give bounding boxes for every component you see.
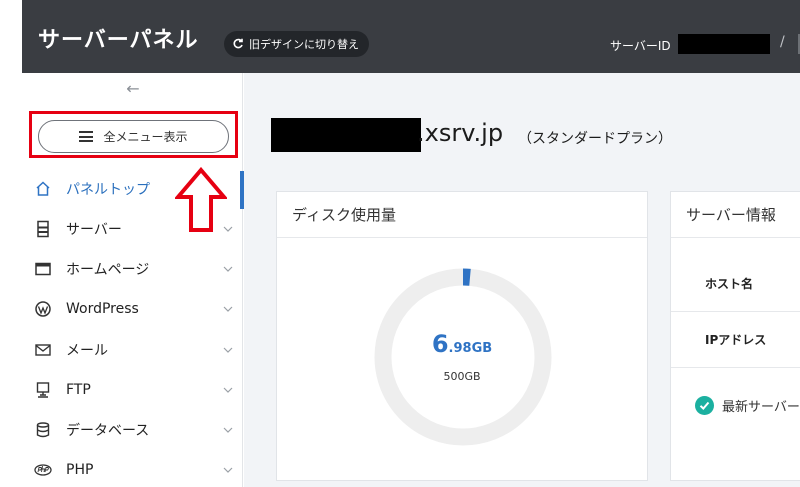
sidebar-item-label: FTP <box>66 382 91 398</box>
home-icon <box>33 179 53 199</box>
chevron-down-icon <box>223 467 233 473</box>
all-menu-button[interactable]: 全メニュー表示 <box>38 120 229 153</box>
server-info-card: サーバー情報 ホスト名 IPアドレス 最新サーバー <box>670 191 800 481</box>
host-name-label: ホスト名 <box>705 277 754 291</box>
panel-title: サーバーパネル <box>38 28 199 53</box>
sidebar-item-label: メール <box>66 343 108 359</box>
wordpress-icon <box>33 299 53 319</box>
check-circle-icon <box>695 396 714 415</box>
sidebar-item-label: データベース <box>66 423 150 439</box>
sidebar-item-label: PHP <box>66 462 94 478</box>
all-menu-label: 全メニュー表示 <box>103 130 188 144</box>
switch-design-button[interactable]: 旧デザインに切り替え <box>224 31 369 57</box>
latest-server-label: 最新サーバー <box>722 400 800 415</box>
chevron-down-icon <box>223 306 233 312</box>
top-header: サーバーパネル 旧デザインに切り替え サーバーID / <box>22 0 800 73</box>
host-name-row: ホスト名 <box>671 256 800 312</box>
chevron-down-icon <box>223 266 233 272</box>
window-icon <box>33 259 53 279</box>
sidebar-item-mail[interactable]: メール <box>22 330 242 370</box>
php-icon <box>33 460 53 480</box>
chevron-down-icon <box>223 347 233 353</box>
disk-used-whole: 6 <box>431 330 449 358</box>
server-icon <box>33 219 53 239</box>
sidebar-item-php[interactable]: PHP <box>22 450 242 487</box>
chevron-down-icon <box>223 427 233 433</box>
sidebar-item-label: パネルトップ <box>66 182 150 198</box>
disk-usage-title: ディスク使用量 <box>277 192 647 238</box>
hamburger-icon <box>79 131 94 142</box>
disk-used-value: 6.98GB <box>277 330 647 358</box>
sidebar-item-homepage[interactable]: ホームページ <box>22 249 242 289</box>
database-icon <box>33 420 53 440</box>
main-content: .xsrv.jp （スタンダードプラン） ディスク使用量 6.98GB 500G… <box>244 73 800 487</box>
sidebar-item-label: WordPress <box>66 301 139 317</box>
disk-usage-card: ディスク使用量 6.98GB 500GB <box>276 191 648 481</box>
server-panel-window: サーバーパネル 旧デザインに切り替え サーバーID / ← 全メニュー表示 パネ… <box>0 0 800 487</box>
disk-used-fraction: .98GB <box>448 341 493 356</box>
sidebar-item-ftp[interactable]: FTP <box>22 370 242 410</box>
switch-design-label: 旧デザインに切り替え <box>249 38 359 51</box>
sidebar-item-wordpress[interactable]: WordPress <box>22 289 242 329</box>
left-margin <box>0 0 22 487</box>
server-id-value <box>678 34 770 54</box>
red-arrow-annotation <box>175 167 227 232</box>
disk-total-value: 500GB <box>443 370 481 383</box>
refresh-icon <box>233 38 243 49</box>
header-separator: / <box>780 34 785 50</box>
latest-server-status: 最新サーバー <box>695 396 800 415</box>
server-info-title: サーバー情報 <box>671 192 800 238</box>
domain-name: .xsrv.jp <box>417 119 504 147</box>
ip-address-row: IPアドレス <box>671 312 800 368</box>
sidebar-item-label: ホームページ <box>66 262 150 278</box>
ip-address-label: IPアドレス <box>705 333 767 347</box>
sidebar: ← 全メニュー表示 パネルトップ サーバー ホームページ WordPress メ… <box>22 73 244 487</box>
collapse-sidebar-button[interactable]: ← <box>121 79 145 99</box>
ftp-icon <box>33 380 53 400</box>
sidebar-item-label: サーバー <box>66 222 122 238</box>
chevron-down-icon <box>223 387 233 393</box>
sidebar-item-database[interactable]: データベース <box>22 410 242 450</box>
domain-redaction <box>271 118 421 152</box>
server-id-label: サーバーID <box>610 39 671 53</box>
mail-icon <box>33 340 53 360</box>
plan-name: （スタンダードプラン） <box>518 131 672 147</box>
